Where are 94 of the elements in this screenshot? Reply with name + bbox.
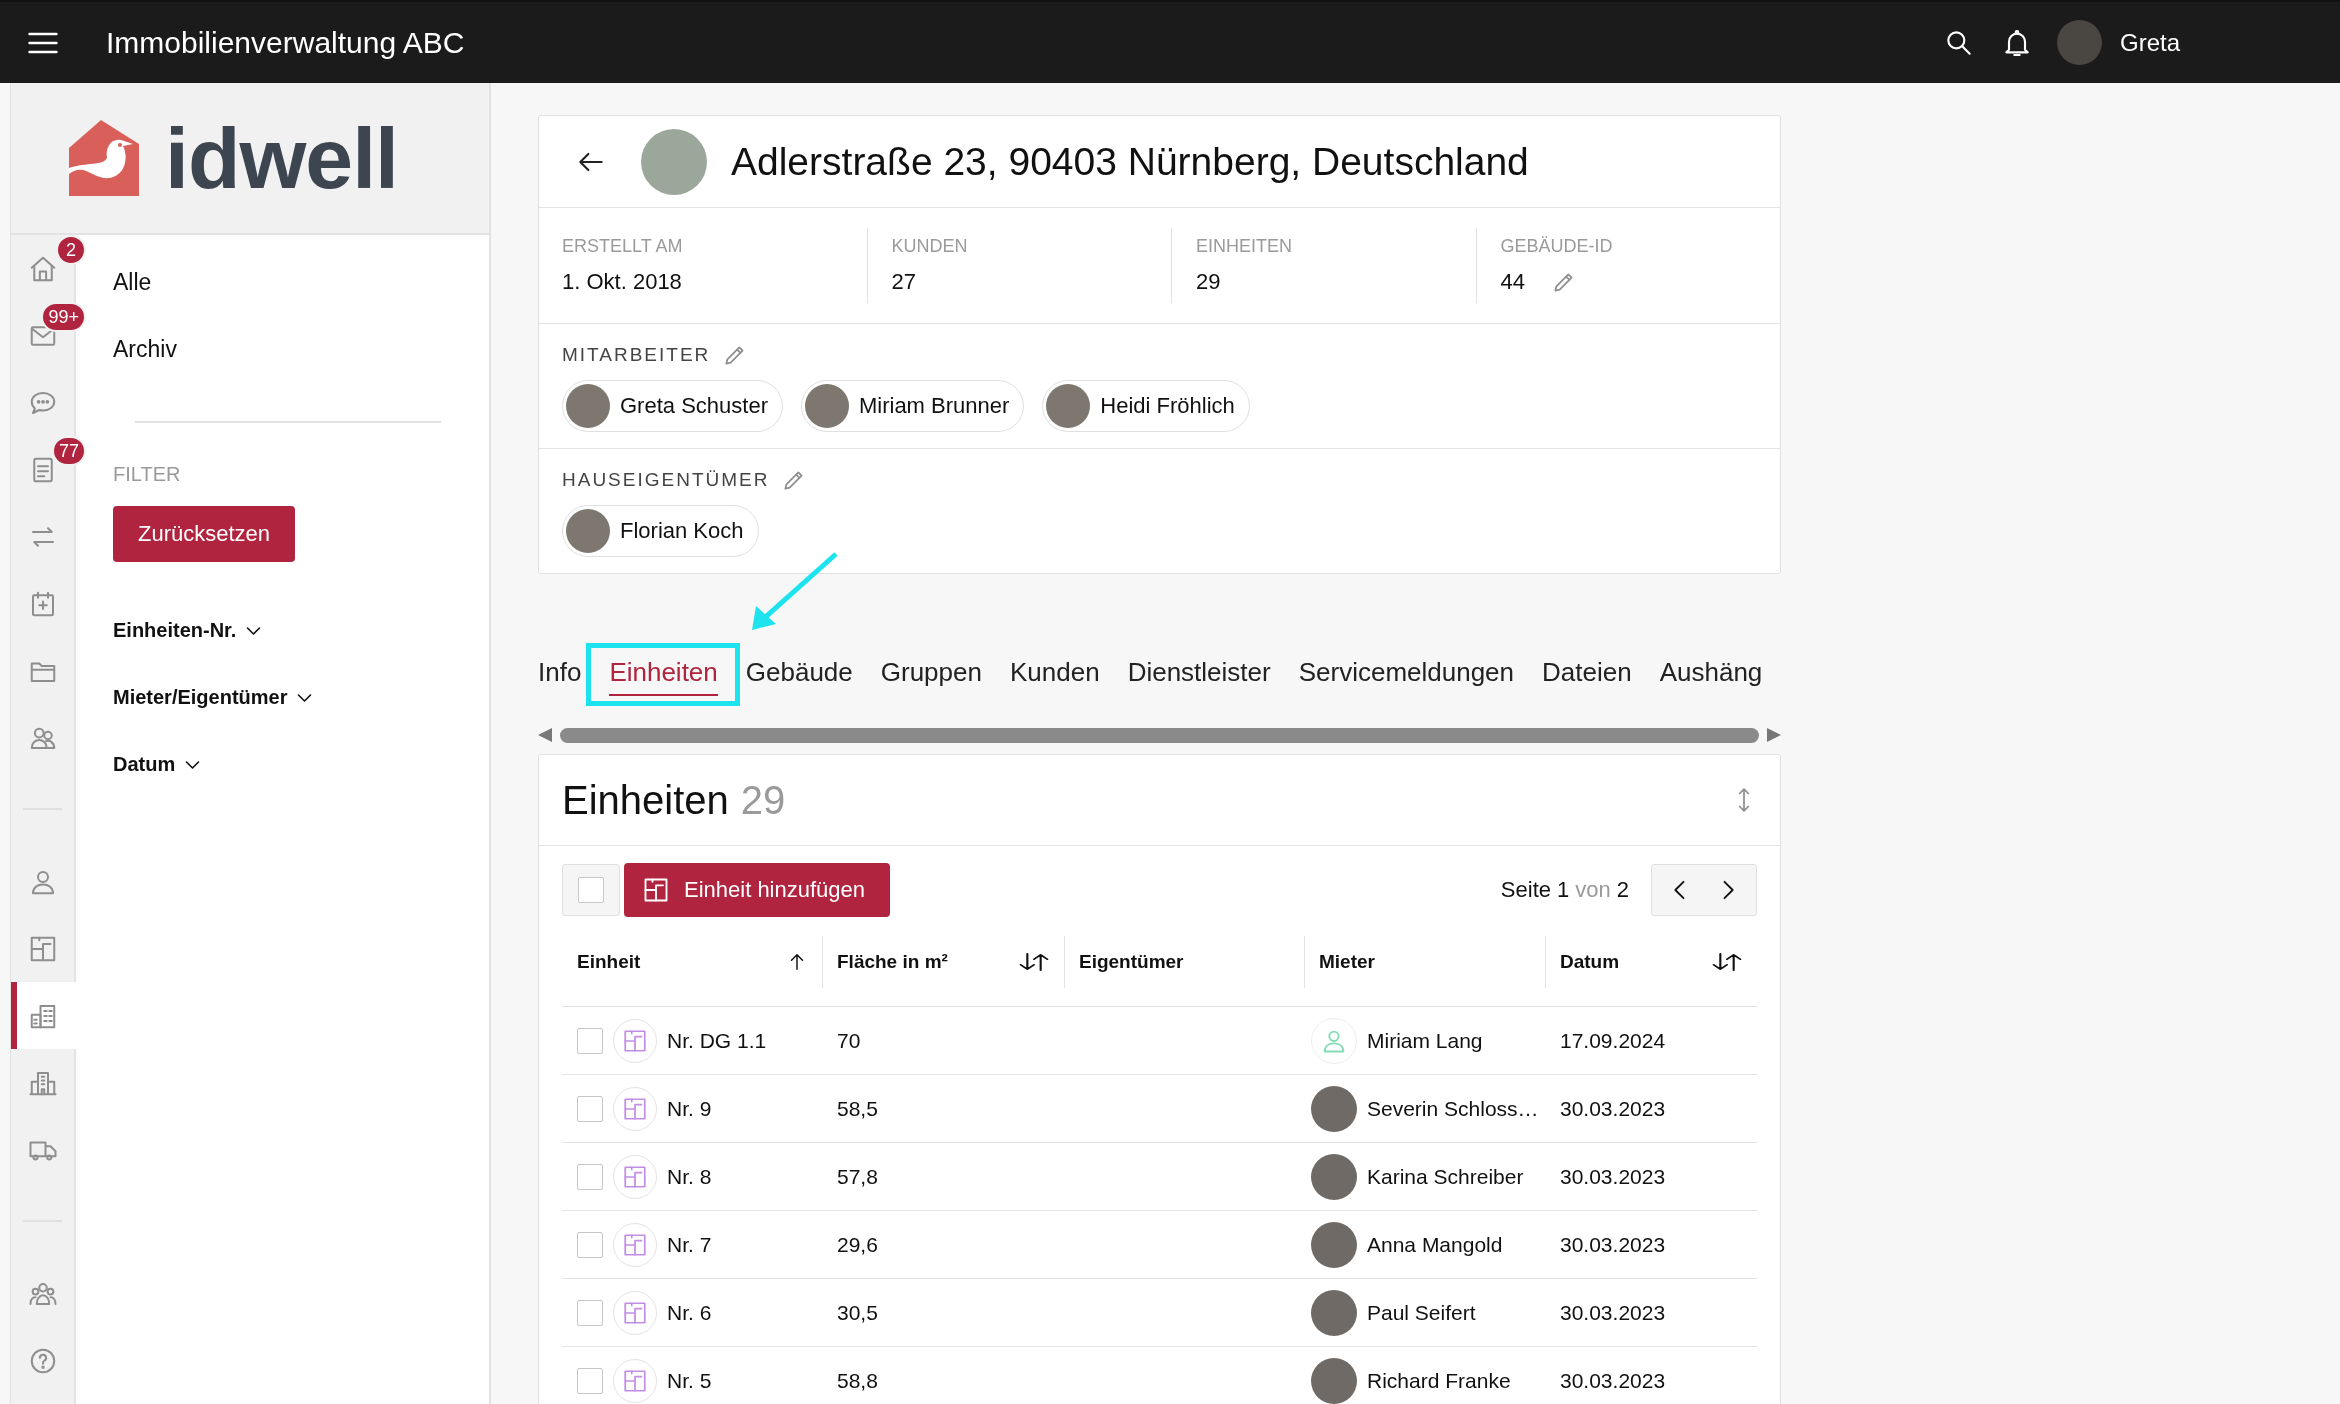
tab[interactable]: Einheiten xyxy=(609,650,718,696)
checkbox[interactable] xyxy=(577,1231,603,1258)
unit-name: Nr. 8 xyxy=(667,1164,712,1189)
avatar xyxy=(1311,1289,1357,1336)
tenant-name: Karina Schreiber xyxy=(1367,1164,1524,1189)
page-total: 2 xyxy=(1616,877,1629,903)
tenant-name: Anna Mangold xyxy=(1367,1232,1503,1257)
filter-dropdown[interactable]: Mieter/Eigentümer xyxy=(113,664,313,731)
avatar xyxy=(566,509,610,553)
avatar[interactable] xyxy=(2056,20,2102,65)
checkbox[interactable] xyxy=(577,1367,603,1394)
section-heading: FILTER xyxy=(113,463,182,486)
chevron-down-icon xyxy=(185,759,201,770)
building-address: Adlerstraße 23, 90403 Nürnberg, Deutschland xyxy=(731,139,1529,184)
checkbox[interactable] xyxy=(577,1095,603,1122)
app-title: Immobilienverwaltung ABC xyxy=(106,25,465,60)
checkbox[interactable] xyxy=(577,1163,603,1190)
item-count: 29 xyxy=(740,777,786,823)
view-link[interactable]: Alle xyxy=(113,249,152,316)
avatar xyxy=(1311,1221,1357,1268)
stat-value: 27 xyxy=(891,269,916,295)
checkbox[interactable] xyxy=(577,1299,603,1326)
date-cell: 30.03.2023 xyxy=(1545,1210,1757,1279)
avatar xyxy=(1046,384,1091,428)
area-cell: 29,6 xyxy=(822,1210,1064,1279)
column-header[interactable]: Fläche in m² xyxy=(837,951,948,973)
stat-value: 44 xyxy=(1500,269,1525,295)
column-header[interactable]: Einheit xyxy=(577,951,641,973)
stat-value: 29 xyxy=(1196,269,1221,295)
avatar xyxy=(804,384,849,428)
panel-title: Einheiten xyxy=(562,777,729,823)
stat-label: EINHEITEN xyxy=(1196,236,1293,257)
stat-label: GEBÄUDE-ID xyxy=(1500,236,1614,257)
area-cell: 30,5 xyxy=(822,1278,1064,1347)
area-cell: 58,5 xyxy=(822,1074,1064,1143)
area-cell: 58,8 xyxy=(822,1346,1064,1404)
unit-name: Nr. 9 xyxy=(667,1096,712,1121)
tab[interactable]: Gruppen xyxy=(880,650,982,696)
date-cell: 30.03.2023 xyxy=(1545,1278,1757,1347)
column-header[interactable]: Datum xyxy=(1560,951,1620,973)
tenant-name: Richard Franke xyxy=(1367,1368,1511,1393)
unit-name: Nr. 7 xyxy=(667,1232,712,1257)
tab[interactable]: Gebäude xyxy=(745,650,853,696)
area-cell: 57,8 xyxy=(822,1142,1064,1211)
unit-name: Nr. 5 xyxy=(667,1368,712,1393)
filter-dropdown[interactable]: Einheiten-Nr. xyxy=(113,597,262,664)
page-of: von xyxy=(1575,877,1611,903)
nav-item[interactable]: 2 xyxy=(11,235,88,302)
tenant-name: Miriam Lang xyxy=(1367,1028,1483,1053)
tenant-name: Severin Schloss… xyxy=(1367,1096,1539,1121)
avatar xyxy=(1311,1357,1357,1404)
tab[interactable]: Dateien xyxy=(1542,650,1632,696)
page-number: 1 xyxy=(1557,877,1570,903)
logo-text: idwell xyxy=(165,115,398,201)
select-all-checkbox[interactable] xyxy=(562,864,620,916)
date-cell: 17.09.2024 xyxy=(1545,1006,1757,1075)
view-link[interactable]: Archiv xyxy=(113,316,177,383)
stat-label: ERSTELLT AM xyxy=(562,236,684,257)
tab[interactable]: Aushäng xyxy=(1659,650,1763,696)
filter-dropdown[interactable]: Datum xyxy=(113,731,201,798)
nav-item[interactable]: 77 xyxy=(11,436,88,503)
tab[interactable]: Dienstleister xyxy=(1127,650,1271,696)
tab[interactable]: Kunden xyxy=(1009,650,1100,696)
scroll-left-icon xyxy=(538,728,552,742)
count-badge: 77 xyxy=(51,436,86,466)
date-cell: 30.03.2023 xyxy=(1545,1074,1757,1143)
section-heading: HAUSEIGENTÜMER xyxy=(562,469,770,491)
nav-item[interactable]: 99+ xyxy=(11,302,88,369)
column-header[interactable]: Mieter xyxy=(1319,951,1375,973)
unit-name: Nr. 6 xyxy=(667,1300,712,1325)
scroll-right-icon xyxy=(1767,728,1781,742)
unit-name: Nr. DG 1.1 xyxy=(667,1028,767,1053)
checkbox[interactable] xyxy=(577,1027,603,1054)
reset-button[interactable]: Zurücksetzen xyxy=(113,506,296,562)
date-cell: 30.03.2023 xyxy=(1545,1346,1757,1404)
avatar xyxy=(566,384,610,428)
avatar xyxy=(1311,1085,1357,1132)
column-header[interactable]: Eigentümer xyxy=(1079,951,1184,973)
tab[interactable]: Servicemeldungen xyxy=(1298,650,1515,696)
chevron-down-icon xyxy=(297,692,313,703)
area-cell: 70 xyxy=(822,1006,1064,1075)
section-heading: MITARBEITER xyxy=(562,344,711,366)
tab[interactable]: Info xyxy=(538,650,582,696)
avatar xyxy=(1311,1153,1357,1200)
chevron-down-icon xyxy=(246,625,262,636)
add-unit-button[interactable]: Einheit hinzufügen xyxy=(624,863,891,917)
tenant-name: Paul Seifert xyxy=(1367,1300,1476,1325)
user-name[interactable]: Greta xyxy=(2119,28,2180,57)
count-badge: 99+ xyxy=(41,302,86,332)
count-badge: 2 xyxy=(56,235,86,265)
page-label: Seite xyxy=(1500,877,1551,903)
stat-label: KUNDEN xyxy=(891,236,969,257)
stat-value: 1. Okt. 2018 xyxy=(562,269,682,295)
date-cell: 30.03.2023 xyxy=(1545,1142,1757,1211)
